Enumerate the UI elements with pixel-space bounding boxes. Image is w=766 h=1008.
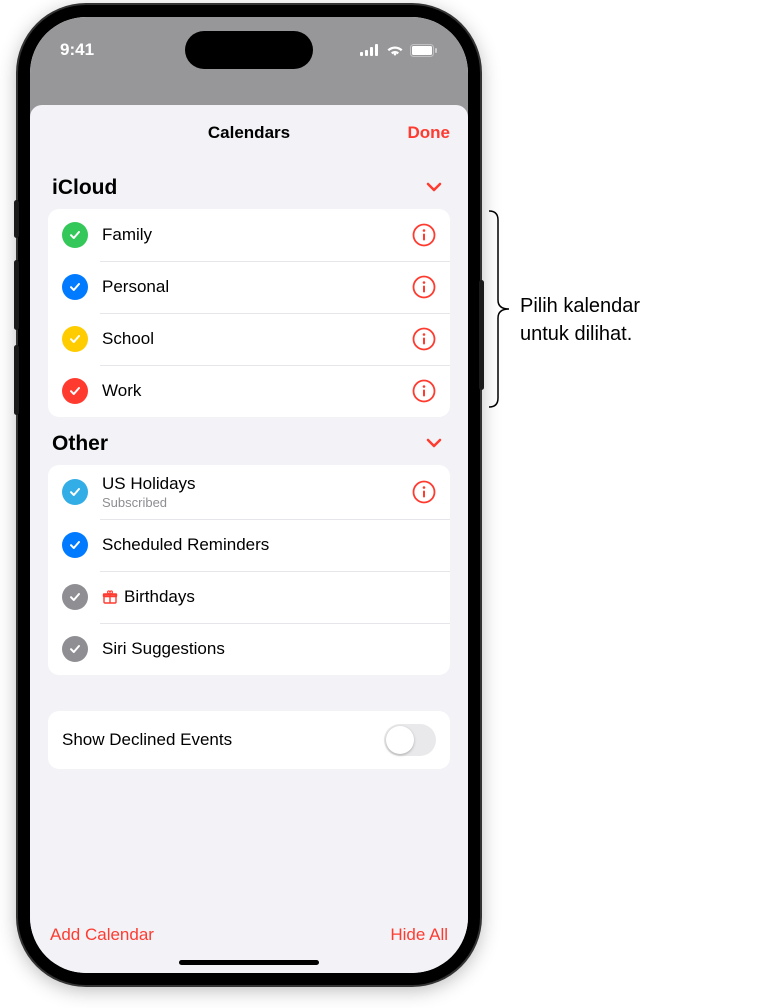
checkbox-icon[interactable] xyxy=(62,636,88,662)
section-header-other[interactable]: Other xyxy=(48,417,450,465)
home-indicator[interactable] xyxy=(179,960,319,965)
bottom-toolbar: Add Calendar Hide All xyxy=(30,925,468,945)
calendar-label: School xyxy=(102,329,404,349)
info-icon[interactable] xyxy=(412,327,436,351)
hide-all-button[interactable]: Hide All xyxy=(390,925,448,945)
status-time: 9:41 xyxy=(60,40,94,60)
checkbox-icon[interactable] xyxy=(62,326,88,352)
battery-icon xyxy=(410,44,438,57)
calendar-sublabel: Subscribed xyxy=(102,495,404,510)
annotation-line: Pilih kalendar xyxy=(520,292,640,320)
status-indicators xyxy=(360,44,438,57)
checkbox-icon[interactable] xyxy=(62,584,88,610)
chevron-down-icon[interactable] xyxy=(422,431,446,457)
sheet-header: Calendars Done xyxy=(30,105,468,161)
calendar-row-us-holidays[interactable]: US Holidays Subscribed xyxy=(48,465,450,519)
sheet-content: iCloud Family xyxy=(30,161,468,769)
section-header-icloud[interactable]: iCloud xyxy=(48,161,450,209)
gift-icon xyxy=(102,589,118,605)
calendar-row-personal[interactable]: Personal xyxy=(48,261,450,313)
section-title: iCloud xyxy=(52,176,117,200)
calendar-label: Birthdays xyxy=(124,587,195,607)
calendar-label: US Holidays xyxy=(102,474,404,494)
calendars-sheet: Calendars Done iCloud Family xyxy=(30,105,468,973)
volume-down-button xyxy=(14,345,19,415)
info-icon[interactable] xyxy=(412,480,436,504)
section-title: Other xyxy=(52,432,108,456)
wifi-icon xyxy=(386,44,404,57)
info-icon[interactable] xyxy=(412,275,436,299)
cellular-signal-icon xyxy=(360,44,380,56)
volume-up-button xyxy=(14,260,19,330)
calendar-row-siri-suggestions[interactable]: Siri Suggestions xyxy=(48,623,450,675)
checkbox-icon[interactable] xyxy=(62,274,88,300)
calendar-row-work[interactable]: Work xyxy=(48,365,450,417)
toggle-knob xyxy=(386,726,414,754)
checkbox-icon[interactable] xyxy=(62,222,88,248)
info-icon[interactable] xyxy=(412,223,436,247)
calendar-group-icloud: Family Personal xyxy=(48,209,450,417)
show-declined-events-toggle[interactable] xyxy=(384,724,436,756)
annotation-callout: Pilih kalendar untuk dilihat. xyxy=(520,292,640,348)
done-button[interactable]: Done xyxy=(408,123,451,143)
show-declined-events-row: Show Declined Events xyxy=(48,711,450,769)
annotation-bracket xyxy=(488,210,510,408)
calendar-label: Scheduled Reminders xyxy=(102,535,436,555)
calendar-group-other: US Holidays Subscribed Scheduled Reminde… xyxy=(48,465,450,675)
toggle-label: Show Declined Events xyxy=(62,730,232,750)
calendar-label: Siri Suggestions xyxy=(102,639,436,659)
checkbox-icon[interactable] xyxy=(62,479,88,505)
calendar-label: Work xyxy=(102,381,404,401)
calendar-row-birthdays[interactable]: Birthdays xyxy=(48,571,450,623)
checkbox-icon[interactable] xyxy=(62,532,88,558)
power-button xyxy=(479,280,484,390)
checkbox-icon[interactable] xyxy=(62,378,88,404)
info-icon[interactable] xyxy=(412,379,436,403)
phone-frame: 9:41 Calendars Done i xyxy=(18,5,480,985)
chevron-down-icon[interactable] xyxy=(422,175,446,201)
annotation-line: untuk dilihat. xyxy=(520,320,640,348)
dynamic-island xyxy=(185,31,313,69)
phone-screen: 9:41 Calendars Done i xyxy=(30,17,468,973)
calendar-row-family[interactable]: Family xyxy=(48,209,450,261)
calendar-label: Family xyxy=(102,225,404,245)
calendar-label: Personal xyxy=(102,277,404,297)
calendar-row-scheduled-reminders[interactable]: Scheduled Reminders xyxy=(48,519,450,571)
mute-switch xyxy=(14,200,19,238)
calendar-row-school[interactable]: School xyxy=(48,313,450,365)
add-calendar-button[interactable]: Add Calendar xyxy=(50,925,154,945)
sheet-title: Calendars xyxy=(208,123,290,143)
